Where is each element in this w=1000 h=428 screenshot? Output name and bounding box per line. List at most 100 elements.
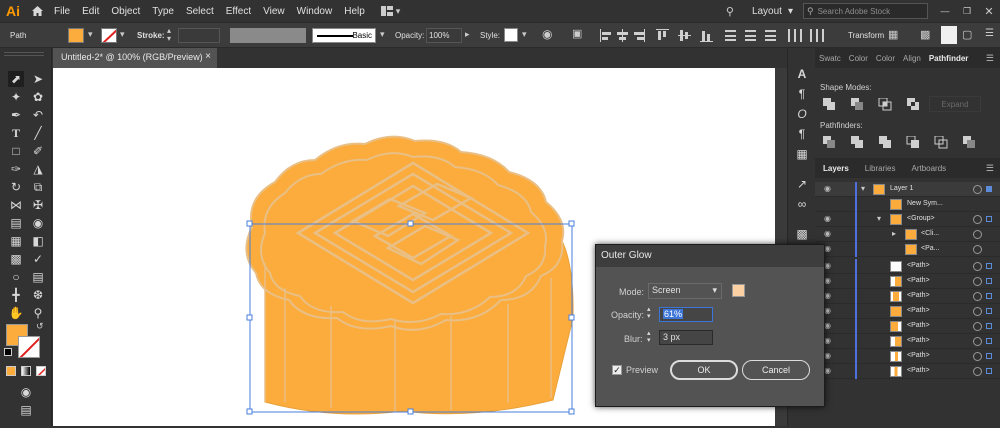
puppet-warp-tool-icon[interactable]: ✠	[30, 197, 46, 213]
hand-tool-icon[interactable]: ✋	[8, 305, 24, 321]
links-panel-icon[interactable]: ∞	[794, 196, 810, 212]
opacity-label[interactable]: Opacity:	[395, 31, 424, 40]
layer-name[interactable]: <Path>	[907, 262, 930, 269]
eraser-tool-icon[interactable]: ◮	[30, 161, 46, 177]
visibility-eye-icon[interactable]: ◉	[824, 322, 834, 330]
layer-name[interactable]: Layer 1	[890, 185, 913, 192]
menu-help[interactable]: Help	[338, 6, 371, 17]
target-icon[interactable]	[973, 215, 982, 224]
menu-window[interactable]: Window	[291, 6, 339, 17]
tools-collapse-handle[interactable]	[4, 52, 44, 56]
layer-row[interactable]: ◉ ▾ Layer 1	[815, 182, 1000, 197]
tab-layers[interactable]: Layers	[815, 164, 857, 173]
menu-view[interactable]: View	[257, 6, 291, 17]
layer-name[interactable]: <Cli...	[921, 230, 939, 237]
rotate-tool-icon[interactable]: ↻	[8, 179, 24, 195]
minimize-icon[interactable]: —	[934, 6, 956, 16]
none-mode-button[interactable]	[36, 366, 46, 376]
selection-indicator[interactable]	[986, 323, 992, 329]
document-tab[interactable]: Untitled-2* @ 100% (RGB/Preview) ×	[53, 48, 217, 68]
menu-effect[interactable]: Effect	[220, 6, 257, 17]
character-panel-icon[interactable]: A	[794, 66, 810, 82]
perspective-grid-tool-icon[interactable]: ▦	[8, 233, 24, 249]
opacity-field[interactable]: 100%	[426, 28, 462, 43]
layer-name[interactable]: <Path>	[907, 352, 930, 359]
shape-builder-options-icon[interactable]: ▢	[962, 28, 972, 41]
visibility-eye-icon[interactable]: ◉	[824, 245, 834, 253]
opacity-stepper-icon[interactable]: ▴ ▾	[647, 306, 651, 320]
zoom-tool-icon[interactable]: ⚲	[30, 305, 46, 321]
target-icon[interactable]	[973, 245, 982, 254]
panel-menu-icon[interactable]: ☰	[986, 53, 994, 64]
layer-name[interactable]: <Path>	[907, 307, 930, 314]
mesh-tool-icon[interactable]: ▩	[8, 251, 24, 267]
rectangle-tool-icon[interactable]: □	[8, 143, 24, 159]
blend-mode-select[interactable]: Screen ▾	[648, 283, 722, 299]
direct-selection-tool-icon[interactable]: ➤	[30, 71, 46, 87]
selection-indicator[interactable]	[986, 278, 992, 284]
selection-indicator[interactable]	[986, 368, 992, 374]
width-tool-icon[interactable]: ⋈	[8, 197, 24, 213]
visibility-eye-icon[interactable]: ◉	[824, 262, 834, 270]
graphic-style-swatch[interactable]	[504, 28, 518, 42]
home-icon[interactable]	[26, 0, 48, 22]
default-fill-stroke-icon[interactable]	[4, 348, 12, 356]
expand-button[interactable]: Expand	[929, 96, 981, 112]
scale-tool-icon[interactable]: ⧉	[30, 179, 46, 195]
isolate-icon[interactable]: ▩	[920, 28, 930, 41]
visibility-eye-icon[interactable]: ◉	[824, 367, 834, 375]
color-mode-button[interactable]	[6, 366, 16, 376]
blur-input[interactable]: 3 px	[659, 330, 713, 345]
target-icon[interactable]	[973, 352, 982, 361]
brush-definition-select[interactable]: Basic	[312, 28, 376, 43]
stroke-swatch-large[interactable]	[18, 336, 40, 358]
panel-menu-icon[interactable]: ☰	[985, 28, 994, 39]
style-dropdown-icon[interactable]: ▾	[522, 29, 527, 40]
tab-libraries[interactable]: Libraries	[857, 164, 904, 173]
tab-color[interactable]: Color	[845, 54, 872, 63]
puppet-warp-icon[interactable]	[941, 26, 957, 44]
preview-label[interactable]: Preview	[626, 365, 658, 375]
visibility-eye-icon[interactable]: ◉	[824, 230, 834, 238]
target-icon[interactable]	[973, 292, 982, 301]
visibility-eye-icon[interactable]: ◉	[824, 307, 834, 315]
slice-tool-icon[interactable]: ❆	[30, 287, 46, 303]
stock-search-input[interactable]: ⚲ Search Adobe Stock	[803, 3, 928, 19]
opentype-panel-icon[interactable]: O	[794, 106, 810, 122]
fill-dropdown-icon[interactable]: ▾	[88, 29, 93, 40]
workspace-switcher[interactable]: Layout ▾	[742, 6, 803, 17]
stroke-weight-field[interactable]	[178, 28, 220, 43]
expand-toggle-icon[interactable]: ▸	[892, 229, 896, 238]
visibility-eye-icon[interactable]: ◉	[824, 292, 834, 300]
visibility-eye-icon[interactable]: ◉	[824, 215, 834, 223]
transform-link[interactable]: Transform	[848, 31, 884, 40]
swap-fill-stroke-icon[interactable]: ↺	[36, 321, 44, 332]
dialog-titlebar[interactable]: Outer Glow	[596, 245, 824, 267]
layer-row[interactable]: ◉ <Path>	[815, 349, 1000, 364]
gradient-tool-icon[interactable]: ◧	[30, 233, 46, 249]
magic-wand-tool-icon[interactable]: ✦	[8, 89, 24, 105]
selection-indicator[interactable]	[986, 186, 992, 192]
layer-name[interactable]: <Pa...	[921, 245, 939, 252]
expand-toggle-icon[interactable]: ▾	[877, 214, 881, 223]
layer-name[interactable]: <Path>	[907, 367, 930, 374]
lasso-tool-icon[interactable]: ✿	[30, 89, 46, 105]
curvature-tool-icon[interactable]: ↶	[30, 107, 46, 123]
target-icon[interactable]	[973, 322, 982, 331]
tab-artboards[interactable]: Artboards	[903, 164, 954, 173]
layer-name[interactable]: New Sym...	[907, 200, 943, 207]
glow-color-swatch[interactable]	[732, 284, 745, 297]
menu-select[interactable]: Select	[180, 6, 220, 17]
line-tool-icon[interactable]: ╱	[30, 125, 46, 141]
target-icon[interactable]	[973, 230, 982, 239]
selection-tool-icon[interactable]: ⬈	[8, 71, 24, 87]
target-icon[interactable]	[973, 262, 982, 271]
visibility-eye-icon[interactable]: ◉	[824, 337, 834, 345]
visibility-eye-icon[interactable]: ◉	[824, 352, 834, 360]
fill-color-swatch[interactable]	[68, 28, 84, 43]
visibility-eye-icon[interactable]: ◉	[824, 277, 834, 285]
menu-type[interactable]: Type	[146, 6, 180, 17]
selection-indicator[interactable]	[986, 293, 992, 299]
visibility-eye-icon[interactable]: ◉	[824, 185, 834, 193]
glyphs-panel-icon[interactable]: ¶	[794, 126, 810, 142]
